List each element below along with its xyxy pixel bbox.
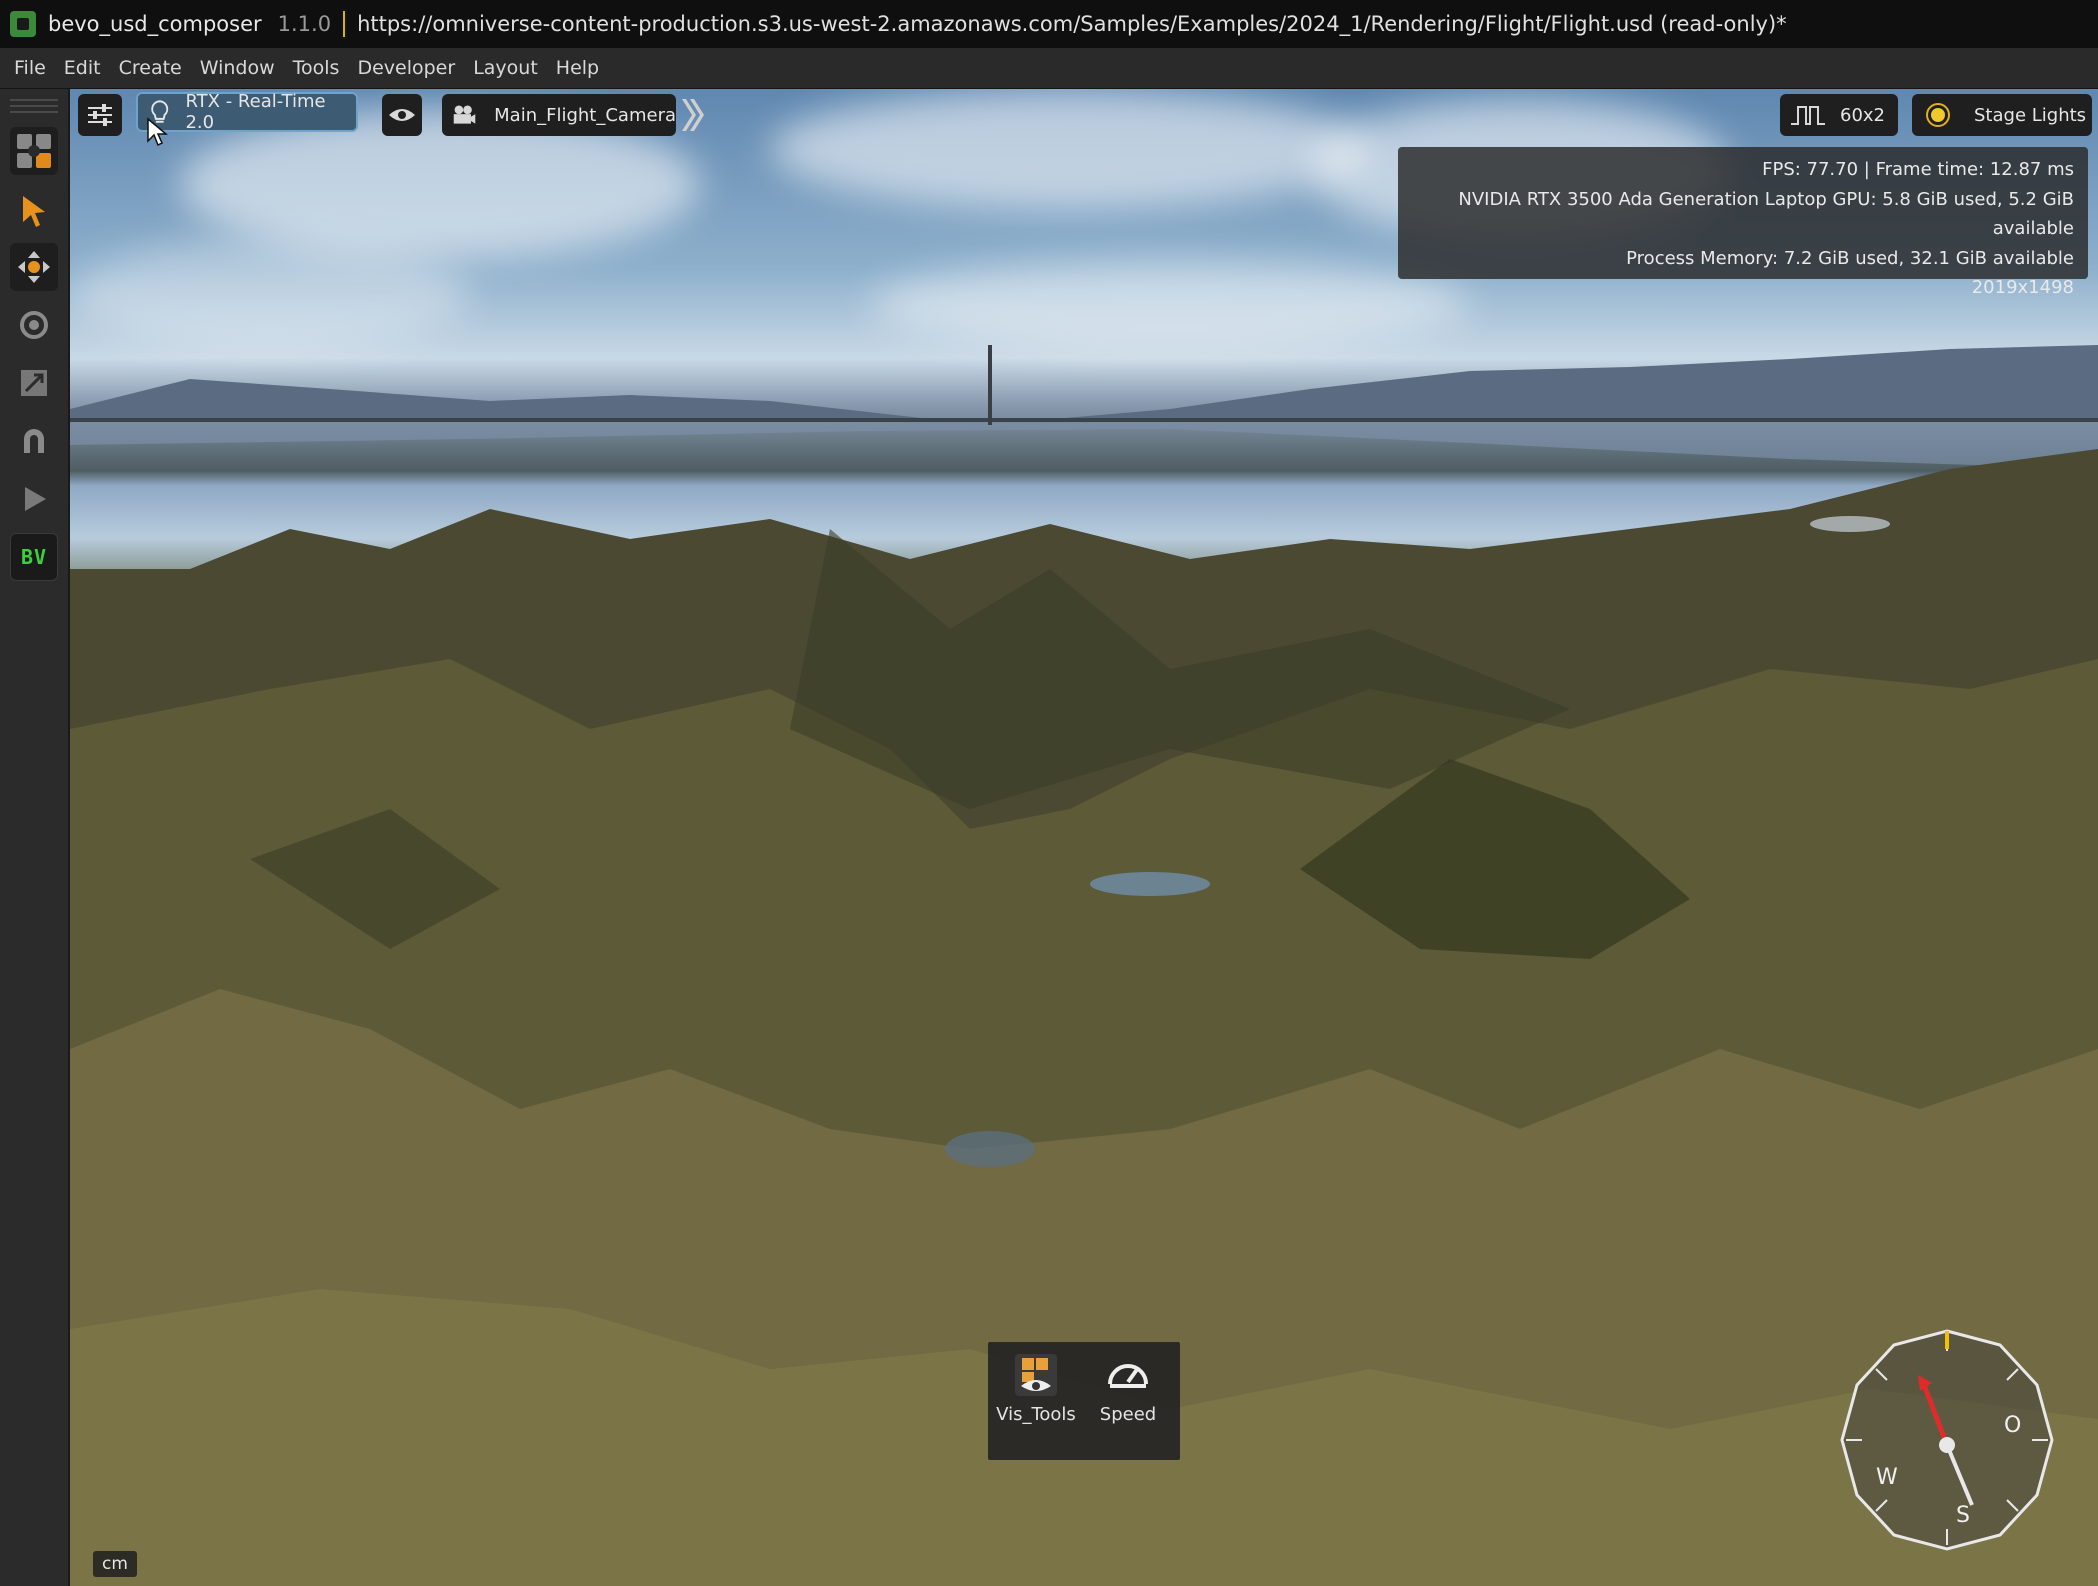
speed-button[interactable]: Speed: [1088, 1352, 1168, 1452]
waveform-icon: [1791, 106, 1825, 125]
viewport-settings-button[interactable]: [78, 94, 122, 136]
performance-stats-overlay: FPS: 77.70 | Frame time: 12.87 ms NVIDIA…: [1398, 147, 2088, 298]
left-toolbar: BV: [0, 89, 70, 1586]
visibility-button[interactable]: [382, 94, 422, 136]
toolbar-expand-button[interactable]: [680, 94, 710, 136]
camera-icon: [453, 105, 476, 124]
select-tool-icon[interactable]: [10, 187, 58, 235]
compass-north-marker: [1945, 1331, 1949, 1349]
fps-button[interactable]: 60x2: [1780, 94, 1898, 136]
vis-tools-icon: [1015, 1354, 1057, 1396]
play-icon[interactable]: [10, 475, 58, 523]
process-memory-text: Process Memory: 7.2 GiB used, 32.1 GiB a…: [1626, 247, 2074, 269]
eye-icon: [389, 109, 415, 121]
camera-select-button[interactable]: Main_Flight_Camera: [442, 94, 676, 136]
compass-west-label: W: [1876, 1465, 1898, 1490]
compass-dial-icon: [1840, 1329, 2054, 1551]
toolbar-grip[interactable]: [10, 105, 58, 107]
title-separator: [343, 11, 346, 37]
gpu-memory-text: NVIDIA RTX 3500 Ada Generation Laptop GP…: [1458, 188, 2074, 240]
menu-window[interactable]: Window: [191, 57, 284, 79]
resolution-text: 2019x1498: [1971, 277, 2074, 298]
menu-create[interactable]: Create: [110, 57, 191, 79]
units-badge: cm: [93, 1551, 137, 1577]
app-name: bevo_usd_composer: [48, 12, 262, 36]
renderer-select-button[interactable]: RTX - Real-Time 2.0: [136, 91, 358, 133]
renderer-label: RTX - Real-Time 2.0: [185, 91, 326, 133]
sky-cloud: [770, 89, 1370, 209]
app-logo-icon: [10, 11, 36, 37]
vis-tools-button[interactable]: Vis_Tools: [996, 1352, 1076, 1452]
rotate-tool-icon[interactable]: [10, 301, 58, 349]
sliders-icon: [88, 104, 112, 126]
menu-developer[interactable]: Developer: [348, 57, 464, 79]
app-version: 1.1.0: [277, 12, 332, 36]
double-chevron-right-icon: [682, 99, 704, 131]
fps-frame-time-text: FPS: 77.70 | Frame time: 12.87 ms: [1762, 159, 2074, 180]
snap-magnet-icon[interactable]: [10, 417, 58, 465]
vis-tools-label: Vis_Tools: [996, 1404, 1076, 1425]
camera-label: Main_Flight_Camera: [494, 104, 676, 126]
bv-label: BV: [20, 545, 48, 569]
scale-tool-icon[interactable]: [10, 359, 58, 407]
menu-edit[interactable]: Edit: [55, 57, 110, 79]
speedometer-icon: [1108, 1364, 1148, 1388]
file-path: https://omniverse-content-production.s3.…: [357, 12, 1787, 36]
mouse-cursor-icon: [147, 117, 168, 147]
stage-lights-label: Stage Lights: [1974, 104, 2087, 126]
3d-viewport[interactable]: RTX - Real-Time 2.0 Main_Flight_Camera 6…: [70, 89, 2098, 1586]
fps-label: 60x2: [1840, 104, 1886, 126]
toolbar-grip[interactable]: [10, 111, 58, 113]
menu-tools[interactable]: Tools: [284, 57, 349, 79]
move-tool-icon[interactable]: [10, 243, 58, 291]
window-titlebar: bevo_usd_composer 1.1.0 https://omnivers…: [0, 0, 2098, 48]
tools-dock: Vis_Tools Speed: [988, 1342, 1180, 1460]
speed-label: Speed: [1099, 1404, 1157, 1425]
menu-help[interactable]: Help: [547, 57, 608, 79]
select-mode-icon[interactable]: [10, 127, 58, 175]
sun-icon: [1926, 103, 1950, 127]
menu-bar: File Edit Create Window Tools Developer …: [0, 48, 2098, 89]
navigation-compass: W O S: [1832, 1325, 2062, 1555]
compass-east-label: O: [2004, 1413, 2022, 1438]
stage-lights-button[interactable]: Stage Lights: [1912, 94, 2092, 136]
toolbar-grip[interactable]: [10, 99, 58, 101]
menu-layout[interactable]: Layout: [464, 57, 547, 79]
menu-file[interactable]: File: [0, 57, 55, 79]
compass-south-label: S: [1956, 1503, 1970, 1528]
bv-extension-icon[interactable]: BV: [10, 533, 58, 581]
